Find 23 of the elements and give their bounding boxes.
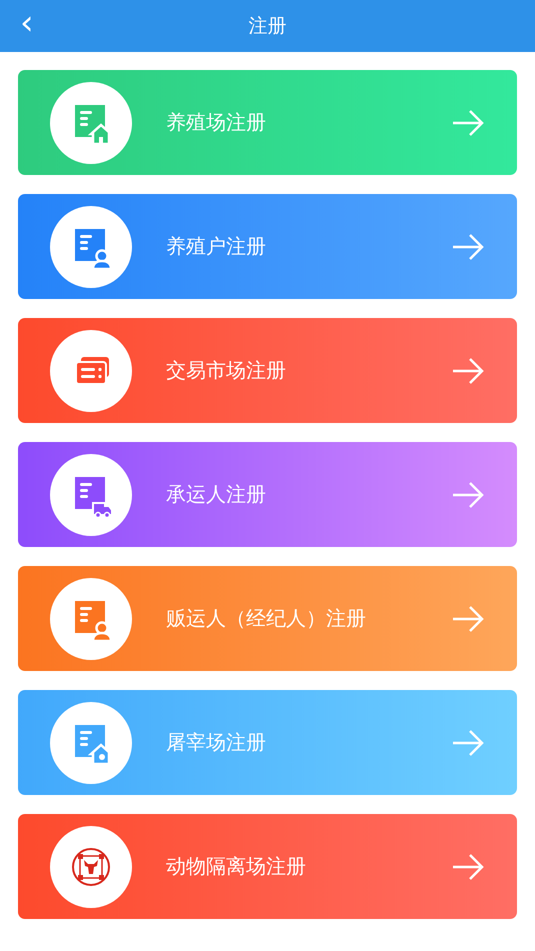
- registration-card[interactable]: 养殖场注册: [18, 70, 517, 175]
- arrow-icon: [451, 728, 485, 756]
- card-label: 交易市场注册: [166, 357, 287, 384]
- registration-card[interactable]: 养殖户注册: [18, 194, 517, 299]
- card-label: 承运人注册: [166, 481, 267, 508]
- card-label: 动物隔离场注册: [166, 853, 307, 880]
- registration-card[interactable]: 交易市场注册: [18, 318, 517, 423]
- arrow-icon: [451, 604, 485, 632]
- registration-card[interactable]: 贩运人（经纪人）注册: [18, 566, 517, 671]
- registration-card[interactable]: 动物隔离场注册: [18, 814, 517, 919]
- registration-card[interactable]: 承运人注册: [18, 442, 517, 547]
- arrow-icon: [451, 356, 485, 384]
- arrow-icon: [451, 108, 485, 136]
- card-label: 屠宰场注册: [166, 729, 267, 756]
- registration-card[interactable]: 屠宰场注册: [18, 690, 517, 795]
- arrow-icon: [451, 852, 485, 880]
- card-label: 养殖户注册: [166, 233, 267, 260]
- card-label: 养殖场注册: [166, 109, 267, 136]
- page-title: 注册: [248, 14, 286, 39]
- card-label: 贩运人（经纪人）注册: [166, 605, 367, 632]
- back-button[interactable]: ‹: [14, 6, 40, 40]
- arrow-icon: [451, 480, 485, 508]
- arrow-icon: [451, 232, 485, 260]
